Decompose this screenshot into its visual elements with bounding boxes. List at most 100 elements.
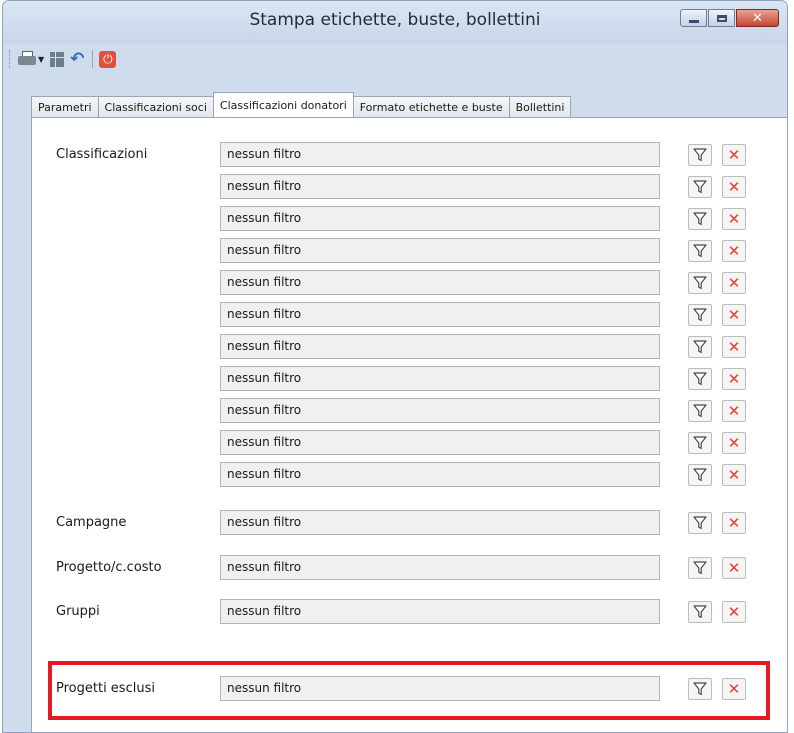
close-icon: ✕ <box>727 465 741 484</box>
funnel-icon <box>693 468 707 482</box>
funnel-icon <box>693 436 707 450</box>
filter-button[interactable] <box>688 678 712 700</box>
filter-button[interactable] <box>688 400 712 422</box>
tab-classificazioni-soci[interactable]: Classificazioni soci <box>97 96 214 117</box>
funnel-icon <box>693 516 707 530</box>
filter-field[interactable]: nessun filtro <box>220 462 660 487</box>
filter-button[interactable] <box>688 557 712 579</box>
clear-filter-button[interactable]: ✕ <box>722 368 746 390</box>
clear-filter-button[interactable]: ✕ <box>722 304 746 326</box>
filter-button[interactable] <box>688 336 712 358</box>
tab-parametri[interactable]: Parametri <box>31 96 99 117</box>
maximize-icon <box>716 14 727 22</box>
funnel-icon <box>693 372 707 386</box>
filter-button[interactable] <box>688 176 712 198</box>
clear-filter-button[interactable]: ✕ <box>722 464 746 486</box>
maximize-button[interactable] <box>708 9 735 27</box>
clear-filter-button[interactable]: ✕ <box>722 272 746 294</box>
undo-icon: ↶ <box>70 49 85 69</box>
funnel-icon <box>693 404 707 418</box>
filter-field[interactable]: nessun filtro <box>220 270 660 295</box>
close-icon: ✕ <box>727 209 741 228</box>
label-progetto-c-costo: Progetto/c.costo <box>56 560 162 575</box>
clear-filter-button[interactable]: ✕ <box>722 678 746 700</box>
close-icon: ✕ <box>727 679 741 698</box>
filter-button[interactable] <box>688 464 712 486</box>
filter-field[interactable]: nessun filtro <box>220 174 660 199</box>
window-title: Stampa etichette, buste, bollettini <box>249 10 541 30</box>
close-window-icon: ✕ <box>752 10 763 26</box>
print-button[interactable]: ▼ <box>18 48 44 70</box>
tab-bollettini[interactable]: Bollettini <box>508 96 572 117</box>
filter-button[interactable] <box>688 304 712 326</box>
tab-formato-etichette-e-buste[interactable]: Formato etichette e buste <box>352 96 510 117</box>
window-controls: ✕ <box>679 9 779 27</box>
funnel-icon <box>693 682 707 696</box>
filter-field[interactable]: nessun filtro <box>220 238 660 263</box>
close-icon: ✕ <box>727 337 741 356</box>
clear-filter-button[interactable]: ✕ <box>722 176 746 198</box>
close-icon: ✕ <box>727 558 741 577</box>
funnel-icon <box>693 244 707 258</box>
filter-button[interactable] <box>688 601 712 623</box>
clear-filter-button[interactable]: ✕ <box>722 601 746 623</box>
close-icon: ✕ <box>727 401 741 420</box>
filter-button[interactable] <box>688 272 712 294</box>
toolbar-grip[interactable] <box>9 50 12 68</box>
close-icon: ✕ <box>727 305 741 324</box>
funnel-icon <box>693 605 707 619</box>
filter-field[interactable]: nessun filtro <box>220 334 660 359</box>
funnel-icon <box>693 180 707 194</box>
funnel-icon <box>693 148 707 162</box>
label-gruppi: Gruppi <box>56 604 100 619</box>
filter-field[interactable]: nessun filtro <box>220 142 660 167</box>
power-icon: ⏻ <box>99 50 117 68</box>
filter-field[interactable]: nessun filtro <box>220 430 660 455</box>
clear-filter-button[interactable]: ✕ <box>722 240 746 262</box>
filter-field[interactable]: nessun filtro <box>220 366 660 391</box>
tab-panel: Classificazioni nessun filtro ✕ nessun filt… <box>31 117 787 732</box>
clear-filter-button[interactable]: ✕ <box>722 400 746 422</box>
close-icon: ✕ <box>727 273 741 292</box>
funnel-icon <box>693 561 707 575</box>
filter-field[interactable]: nessun filtro <box>220 599 660 624</box>
toolbar-separator <box>92 50 94 68</box>
funnel-icon <box>693 308 707 322</box>
close-window-button[interactable]: ✕ <box>736 9 779 27</box>
clear-filter-button[interactable]: ✕ <box>722 512 746 534</box>
close-icon: ✕ <box>727 369 741 388</box>
filter-field[interactable]: nessun filtro <box>220 555 660 580</box>
exit-button[interactable]: ⏻ <box>99 48 117 70</box>
filter-button[interactable] <box>688 368 712 390</box>
filter-button[interactable] <box>688 144 712 166</box>
filter-field[interactable]: nessun filtro <box>220 206 660 231</box>
close-icon: ✕ <box>727 433 741 452</box>
minimize-icon <box>688 20 699 23</box>
clear-filter-button[interactable]: ✕ <box>722 432 746 454</box>
filter-field[interactable]: nessun filtro <box>220 676 660 701</box>
minimize-button[interactable] <box>680 9 707 27</box>
close-icon: ✕ <box>727 177 741 196</box>
clear-filter-button[interactable]: ✕ <box>722 557 746 579</box>
tab-strip: Parametri Classificazioni soci Classific… <box>31 92 572 117</box>
filter-field[interactable]: nessun filtro <box>220 510 660 535</box>
filter-field[interactable]: nessun filtro <box>220 302 660 327</box>
filter-button[interactable] <box>688 512 712 534</box>
toolbar: ▼ ↶ ⏻ <box>9 45 122 73</box>
undo-button[interactable]: ↶ <box>70 48 84 70</box>
funnel-icon <box>693 212 707 226</box>
label-progetti-esclusi: Progetti esclusi <box>56 681 155 696</box>
grid-icon <box>50 51 65 67</box>
grid-button[interactable] <box>50 48 65 70</box>
clear-filter-button[interactable]: ✕ <box>722 208 746 230</box>
filter-button[interactable] <box>688 432 712 454</box>
app-window: Stampa etichette, buste, bollettini ✕ ▼ … <box>2 0 788 733</box>
tab-classificazioni-donatori[interactable]: Classificazioni donatori <box>212 92 354 117</box>
filter-field[interactable]: nessun filtro <box>220 398 660 423</box>
filter-button[interactable] <box>688 208 712 230</box>
title-bar: Stampa etichette, buste, bollettini ✕ <box>3 1 787 43</box>
filter-button[interactable] <box>688 240 712 262</box>
clear-filter-button[interactable]: ✕ <box>722 144 746 166</box>
close-icon: ✕ <box>727 513 741 532</box>
clear-filter-button[interactable]: ✕ <box>722 336 746 358</box>
